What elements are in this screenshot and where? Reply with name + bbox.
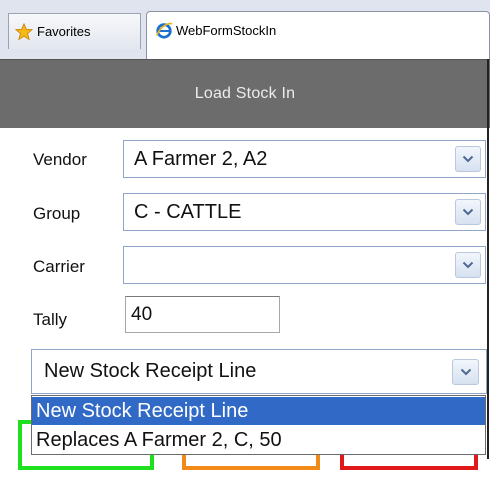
tally-value: 40 xyxy=(131,304,153,325)
group-value: C - CATTLE xyxy=(134,201,242,223)
vendor-label: Vendor xyxy=(33,150,87,169)
page-title: Load Stock In xyxy=(194,85,296,102)
vendor-select[interactable]: A Farmer 2, A2 xyxy=(123,140,486,178)
group-select[interactable]: C - CATTLE xyxy=(123,193,486,231)
browser-tab[interactable]: WebFormStockIn xyxy=(146,11,490,59)
stock-line-value: New Stock Receipt Line xyxy=(44,360,257,382)
chevron-down-icon[interactable] xyxy=(455,252,481,278)
vendor-value: A Farmer 2, A2 xyxy=(134,148,268,170)
chevron-down-icon[interactable] xyxy=(452,359,479,385)
ie-icon xyxy=(156,22,173,39)
favorites-label: Favorites xyxy=(37,24,91,39)
browser-tab-strip: Favorites WebFormStockIn xyxy=(0,0,490,59)
tab-title: WebFormStockIn xyxy=(176,23,277,38)
chevron-down-icon[interactable] xyxy=(455,199,481,225)
carrier-select[interactable] xyxy=(123,246,486,284)
tally-input[interactable]: 40 xyxy=(125,296,280,333)
group-label: Group xyxy=(33,204,81,223)
stock-line-select[interactable]: New Stock Receipt Line xyxy=(31,349,487,394)
page-header: Load Stock In xyxy=(0,59,490,128)
star-icon xyxy=(15,22,33,40)
window-border xyxy=(487,59,489,459)
favorites-button[interactable]: Favorites xyxy=(8,13,141,49)
carrier-label: Carrier xyxy=(33,257,85,276)
stock-line-options: New Stock Receipt Line Replaces A Farmer… xyxy=(31,395,486,455)
tally-label: Tally xyxy=(33,310,68,329)
option-replaces-line[interactable]: Replaces A Farmer 2, C, 50 xyxy=(32,426,485,454)
chevron-down-icon[interactable] xyxy=(455,146,481,172)
option-new-stock-receipt-line[interactable]: New Stock Receipt Line xyxy=(32,397,485,425)
